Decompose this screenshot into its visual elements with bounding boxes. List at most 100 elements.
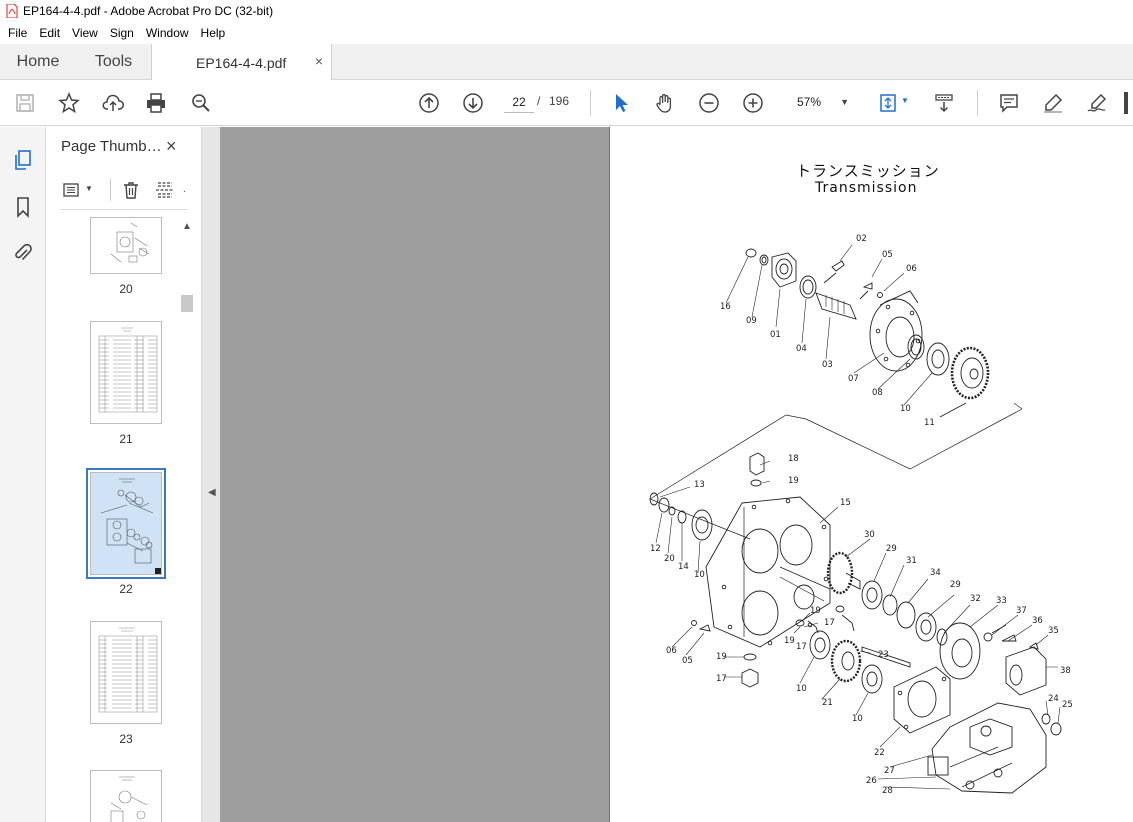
- menu-bar: File Edit View Sign Window Help: [0, 22, 1133, 44]
- extract-pages-button[interactable]: [152, 177, 178, 203]
- zoom-level-select[interactable]: 57% ▼: [792, 91, 854, 113]
- more-options-icon[interactable]: .: [183, 184, 186, 195]
- callout-label: 17: [796, 642, 807, 652]
- callout-label: 11: [924, 418, 935, 428]
- thumbnail-preview: [98, 327, 158, 413]
- callout-label: 18: [788, 454, 799, 464]
- next-page-button[interactable]: [461, 91, 485, 115]
- thumbnail-options-button[interactable]: [60, 177, 86, 203]
- thumbnail-preview: [92, 474, 161, 574]
- menu-help[interactable]: Help: [195, 26, 232, 40]
- print-icon: [147, 93, 165, 113]
- callout-label: 17: [824, 618, 835, 628]
- callout-label: 10: [796, 684, 807, 694]
- callout-label: 06: [666, 646, 677, 656]
- attachments-button[interactable]: [11, 241, 35, 265]
- page-separator: /: [537, 94, 541, 108]
- pdf-app-icon: [6, 4, 18, 18]
- more-tools-icon[interactable]: [1124, 92, 1128, 114]
- thumbnail-page-23[interactable]: [90, 621, 162, 724]
- thumbnail-number: 23: [119, 732, 133, 746]
- thumbnail-preview: [110, 776, 148, 822]
- page-thumbnails-icon: [15, 150, 31, 170]
- close-panel-icon[interactable]: ×: [166, 136, 177, 157]
- tab-bar: Home Tools EP164-4-4.pdf ×: [0, 44, 1133, 81]
- callout-label: 36: [1032, 616, 1043, 626]
- callout-label: 34: [930, 568, 941, 578]
- page-thumbnails-button[interactable]: [11, 148, 35, 172]
- upload-button[interactable]: [101, 91, 125, 115]
- page-thumbnails-panel: Page Thumb… × ▼ . 20 21 22 23 ▲: [46, 127, 202, 822]
- previous-page-button[interactable]: [417, 91, 441, 115]
- split-pages-icon: [156, 182, 174, 198]
- callout-label: 10: [852, 714, 863, 724]
- sign-button[interactable]: [1085, 91, 1109, 115]
- zoom-out-button[interactable]: [697, 91, 721, 115]
- page-number-input[interactable]: 22: [504, 91, 534, 113]
- tab-tools[interactable]: Tools: [76, 44, 152, 80]
- thumbnail-scrollbar[interactable]: ▲: [180, 221, 193, 822]
- menu-window[interactable]: Window: [140, 26, 195, 40]
- title-bar: EP164-4-4.pdf - Adobe Acrobat Pro DC (32…: [0, 0, 1133, 22]
- page-total: 196: [549, 94, 570, 108]
- thumbnail-page-24[interactable]: [90, 770, 162, 822]
- comment-button[interactable]: [997, 91, 1021, 115]
- close-tab-icon[interactable]: ×: [315, 53, 323, 69]
- scrollbar-thumb[interactable]: [181, 295, 193, 312]
- window-title: EP164-4-4.pdf - Adobe Acrobat Pro DC (32…: [23, 4, 274, 18]
- callout-label: 06: [906, 264, 917, 274]
- upload-icon: [102, 94, 124, 111]
- callout-label: 02: [856, 234, 867, 244]
- scroll-up-icon[interactable]: ▲: [182, 221, 192, 232]
- callout-label: 05: [682, 656, 693, 666]
- zoom-in-icon: [743, 93, 763, 113]
- thumbnail-preview: [98, 627, 158, 713]
- callout-label: 33: [996, 596, 1007, 606]
- menu-view[interactable]: View: [66, 26, 104, 40]
- collapse-panel-icon[interactable]: ◀: [208, 487, 216, 498]
- save-icon: [16, 94, 34, 112]
- callout-label: 25: [1062, 700, 1073, 710]
- hand-tool-button[interactable]: [653, 91, 677, 115]
- fit-page-dropdown-icon[interactable]: ▼: [901, 96, 909, 105]
- save-button[interactable]: [13, 91, 37, 115]
- callout-label: 07: [848, 374, 859, 384]
- callout-label: 15: [840, 498, 851, 508]
- menu-file[interactable]: File: [2, 26, 33, 40]
- paperclip-icon: [15, 243, 32, 261]
- panel-splitter[interactable]: ◀: [202, 127, 220, 822]
- menu-edit[interactable]: Edit: [33, 26, 66, 40]
- callout-label: 09: [746, 316, 757, 326]
- sign-icon: [1087, 93, 1107, 112]
- zoom-in-button[interactable]: [741, 91, 765, 115]
- toolbar-divider: [590, 90, 591, 116]
- tab-document[interactable]: EP164-4-4.pdf ×: [152, 44, 332, 81]
- callout-label: 01: [770, 330, 781, 340]
- highlight-button[interactable]: [1041, 91, 1065, 115]
- fit-page-button[interactable]: [876, 91, 900, 115]
- trash-icon: [124, 182, 138, 199]
- thumbnail-page-20[interactable]: [90, 217, 162, 274]
- thumbnail-page-22[interactable]: [86, 468, 166, 579]
- menu-sign[interactable]: Sign: [104, 26, 140, 40]
- delete-page-button[interactable]: [118, 177, 144, 203]
- document-viewport[interactable]: トランスミッション Transmission 02 05 06 16 09 01…: [220, 127, 1133, 822]
- thumbnail-page-21[interactable]: [90, 321, 162, 424]
- tab-home[interactable]: Home: [0, 44, 76, 80]
- bookmark-star-button[interactable]: [57, 91, 81, 115]
- zoom-search-button[interactable]: [189, 91, 213, 115]
- bookmark-icon: [17, 197, 29, 218]
- pdf-page: トランスミッション Transmission 02 05 06 16 09 01…: [609, 127, 1133, 822]
- callout-label: 19: [810, 606, 821, 616]
- select-tool-button[interactable]: [609, 91, 633, 115]
- callout-label: 26: [866, 776, 877, 786]
- print-button[interactable]: [144, 91, 168, 115]
- list-options-icon: [63, 183, 79, 197]
- thumbnail-number: 21: [119, 432, 133, 446]
- callout-label: 10: [900, 404, 911, 414]
- chevron-down-icon[interactable]: ▼: [85, 184, 93, 193]
- callout-label: 03: [822, 360, 833, 370]
- scroll-mode-button[interactable]: [932, 91, 956, 115]
- navigation-rail: [0, 127, 46, 822]
- bookmarks-button[interactable]: [11, 195, 35, 219]
